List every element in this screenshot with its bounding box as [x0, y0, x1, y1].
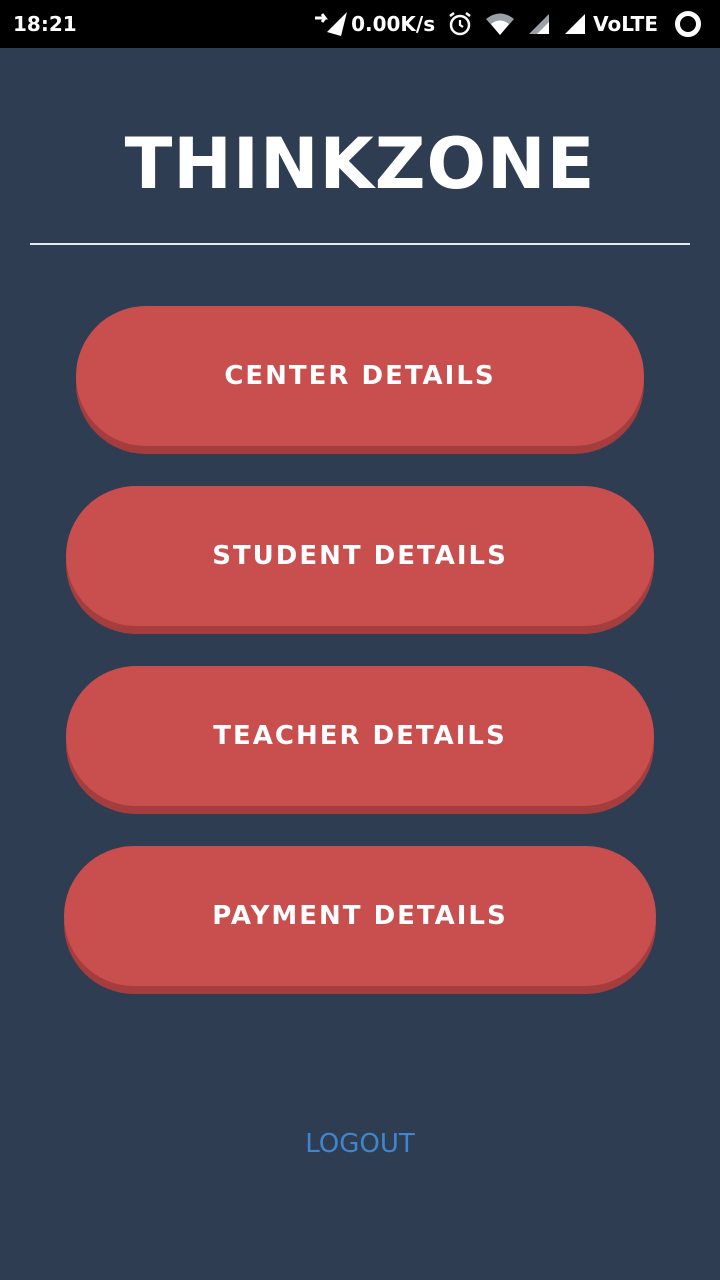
net-speed: 0.00K/s [351, 12, 436, 36]
signal-icon [563, 12, 587, 36]
status-icons: 0.00K/s VoLTE [301, 0, 702, 48]
status-bar: 18:21 0.00K/s VoLTE [0, 0, 720, 48]
data-transfer-icon [313, 10, 349, 38]
teacher-details-button[interactable]: TEACHER DETAILS [66, 666, 654, 806]
logout-link[interactable]: LOGOUT [0, 1126, 720, 1162]
app-title: THINKZONE [124, 123, 596, 205]
center-details-button[interactable]: CENTER DETAILS [76, 306, 644, 446]
status-time: 18:21 [13, 12, 77, 36]
network-label: VoLTE [593, 12, 658, 36]
alarm-icon [447, 11, 473, 37]
signal-icon [527, 12, 551, 36]
payment-details-button[interactable]: PAYMENT DETAILS [64, 846, 656, 986]
title-divider [30, 243, 690, 245]
wifi-icon [485, 12, 515, 36]
student-details-button[interactable]: STUDENT DETAILS [66, 486, 654, 626]
sync-circle-icon [674, 10, 702, 38]
